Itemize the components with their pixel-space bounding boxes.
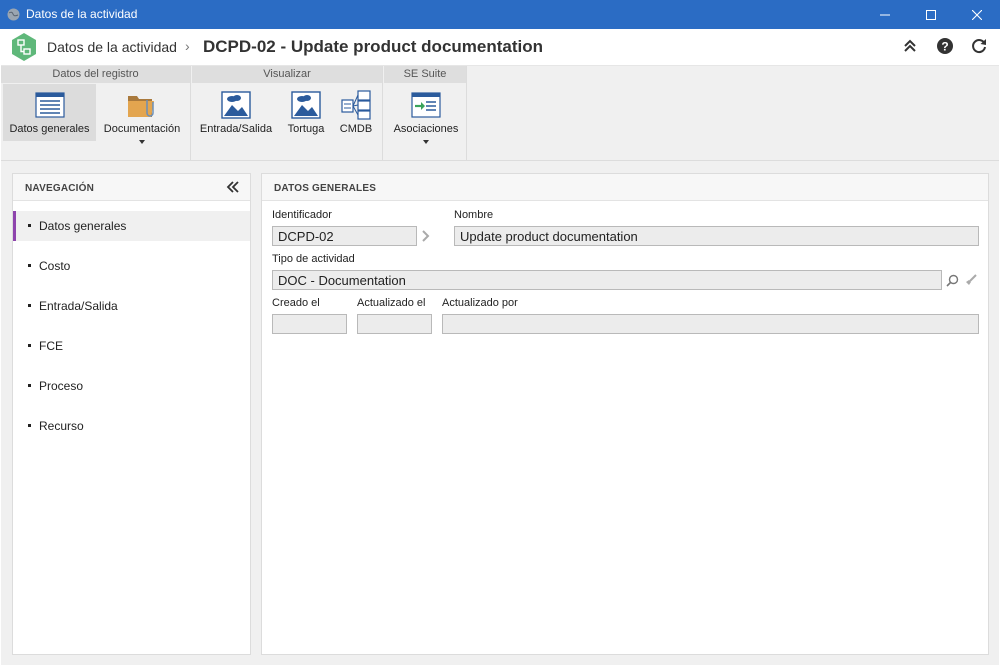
- search-icon: [945, 274, 958, 287]
- ribbon-cmdb-button[interactable]: CMDB: [335, 84, 377, 141]
- ribbon-button-label: Documentación: [103, 123, 181, 135]
- nombre-field[interactable]: Update product documentation: [454, 226, 979, 246]
- general-data-title: DATOS GENERALES: [274, 183, 377, 194]
- chevron-right-icon: [422, 230, 430, 242]
- nombre-label: Nombre: [454, 209, 494, 221]
- ribbon-button-label: Datos generales: [9, 123, 90, 135]
- dropdown-caret-icon: [423, 140, 429, 144]
- svg-text:?: ?: [941, 40, 948, 54]
- nav-item-label: Entrada/Salida: [39, 299, 118, 313]
- general-data-panel: DATOS GENERALES Identificador DCPD-02 No…: [261, 173, 989, 655]
- actualizado-field[interactable]: [357, 314, 432, 334]
- close-button[interactable]: [954, 0, 1000, 29]
- identificador-field[interactable]: DCPD-02: [272, 226, 417, 246]
- ribbon-group-se-suite: SE Suite Asociaciones: [384, 66, 467, 161]
- bullet-icon: [28, 224, 31, 227]
- general-data-header: DATOS GENERALES: [262, 174, 988, 201]
- associations-icon: [411, 92, 441, 118]
- picture-cloud-icon: [291, 91, 321, 119]
- identificador-label: Identificador: [272, 209, 332, 221]
- window-titlebar: Datos de la actividad: [0, 0, 1000, 29]
- general-data-form-icon: [34, 92, 65, 118]
- nav-item-proceso[interactable]: Proceso: [13, 371, 250, 401]
- nav-item-label: Costo: [39, 259, 71, 273]
- ribbon-group-title: Visualizar: [192, 66, 382, 83]
- maximize-icon: [926, 9, 936, 20]
- nav-item-recurso[interactable]: Recurso: [13, 411, 250, 441]
- ribbon-button-label: CMDB: [339, 123, 373, 135]
- navigation-panel-header: NAVEGACIÓN: [13, 174, 250, 201]
- record-header: Datos de la actividad › DCPD-02 - Update…: [1, 29, 999, 66]
- ribbon-datos-generales-button[interactable]: Datos generales: [3, 84, 96, 141]
- minimize-icon: [880, 14, 890, 15]
- creado-field[interactable]: [272, 314, 347, 334]
- nav-item-datos-generales[interactable]: Datos generales: [13, 211, 250, 241]
- eraser-brush-icon: [965, 273, 977, 285]
- bullet-icon: [28, 304, 31, 307]
- page-title: DCPD-02 - Update product documentation: [203, 37, 544, 56]
- nav-item-label: FCE: [39, 339, 63, 353]
- actualizado-por-field[interactable]: [442, 314, 979, 334]
- ribbon-toolbar: Datos del registro Datos generales Docum…: [1, 66, 999, 161]
- navigation-title: NAVEGACIÓN: [25, 183, 95, 194]
- maximize-button[interactable]: [908, 0, 954, 29]
- folder-clip-icon: [128, 96, 154, 117]
- actualizado-label: Actualizado el: [357, 297, 426, 309]
- navigation-panel: NAVEGACIÓN Datos generales Costo Entrada…: [12, 173, 251, 655]
- ribbon-documentacion-button[interactable]: Documentación: [99, 84, 185, 144]
- nav-item-label: Proceso: [39, 379, 84, 393]
- bullet-icon: [28, 384, 31, 387]
- ribbon-button-label: Entrada/Salida: [199, 123, 273, 135]
- cmdb-hierarchy-icon: [341, 90, 371, 120]
- app-globe-icon: [7, 8, 20, 21]
- nav-item-fce[interactable]: FCE: [13, 331, 250, 361]
- bullet-icon: [28, 344, 31, 347]
- refresh-icon[interactable]: [970, 37, 988, 55]
- content-area: NAVEGACIÓN Datos generales Costo Entrada…: [1, 161, 999, 665]
- tipo-actividad-label: Tipo de actividad: [272, 253, 355, 265]
- ribbon-group-title: Datos del registro: [1, 66, 190, 83]
- ribbon-button-label: Tortuga: [287, 123, 325, 135]
- identificador-next-button[interactable]: [418, 226, 434, 246]
- bullet-icon: [28, 264, 31, 267]
- nav-item-costo[interactable]: Costo: [13, 251, 250, 281]
- ribbon-group-title: SE Suite: [384, 66, 466, 83]
- actualizado-por-label: Actualizado por: [442, 297, 518, 309]
- tipo-search-button[interactable]: [944, 270, 960, 290]
- dropdown-caret-icon: [139, 140, 145, 144]
- navigation-list: Datos generales Costo Entrada/Salida FCE…: [13, 201, 250, 441]
- nav-item-label: Datos generales: [39, 219, 127, 233]
- nav-item-entrada-salida[interactable]: Entrada/Salida: [13, 291, 250, 321]
- ribbon-tortuga-button[interactable]: Tortuga: [282, 84, 330, 141]
- close-icon: [972, 9, 982, 20]
- ribbon-group-datos-registro: Datos del registro Datos generales Docum…: [1, 66, 191, 161]
- breadcrumb-separator: ›: [185, 38, 190, 54]
- ribbon-button-label: Asociaciones: [393, 123, 459, 135]
- window-title: Datos de la actividad: [26, 7, 138, 21]
- bullet-icon: [28, 424, 31, 427]
- picture-cloud-icon: [221, 91, 251, 119]
- collapse-up-icon[interactable]: [901, 37, 919, 55]
- creado-label: Creado el: [272, 297, 320, 309]
- nav-item-label: Recurso: [39, 419, 84, 433]
- breadcrumb[interactable]: Datos de la actividad: [47, 39, 177, 55]
- tipo-actividad-field[interactable]: DOC - Documentation: [272, 270, 942, 290]
- minimize-button[interactable]: [862, 0, 908, 29]
- ribbon-group-visualizar: Visualizar Entrada/Salida Tortuga CMDB: [192, 66, 383, 161]
- help-icon[interactable]: ?: [936, 37, 954, 55]
- ribbon-entrada-salida-button[interactable]: Entrada/Salida: [198, 84, 274, 141]
- activity-logo-icon: [12, 33, 36, 61]
- ribbon-asociaciones-button[interactable]: Asociaciones: [388, 84, 464, 144]
- tipo-clear-button[interactable]: [962, 270, 978, 290]
- double-chevron-left-icon[interactable]: [226, 181, 240, 193]
